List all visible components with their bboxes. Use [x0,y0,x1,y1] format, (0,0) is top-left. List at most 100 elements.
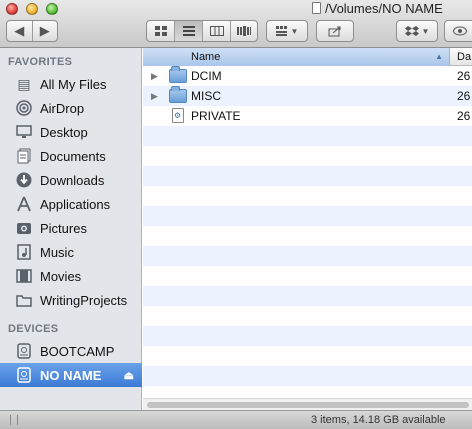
sidebar-item-label: BOOTCAMP [40,343,115,359]
window-title: /Volumes/NO NAME [312,0,443,16]
chevron-right-icon: ▶ [39,23,50,38]
empty-row [143,286,472,306]
column-view-icon [209,26,224,36]
folder-icon [14,291,34,309]
downloads-icon [14,171,34,189]
empty-row [143,266,472,286]
sidebar-item-applications[interactable]: Applications [0,192,142,216]
sidebar-item-label: Music [40,244,74,260]
sidebar-item-writingprojects[interactable]: WritingProjects [0,288,142,312]
applications-icon [14,195,34,213]
sidebar-item-desktop[interactable]: Desktop [0,120,142,144]
column-header: Name ▲ Da [143,48,472,66]
back-button[interactable]: ◀ [7,21,33,41]
window-toolbar: /Volumes/NO NAME ◀ ▶ ▼ ▼ [0,0,472,48]
empty-row [143,206,472,226]
sidebar-item-label: Movies [40,268,82,284]
icon-view-button[interactable] [147,21,175,41]
devices-heading: DEVICES [8,323,59,335]
eject-icon[interactable]: ⏏ [124,369,134,382]
icon-view-icon [154,26,167,36]
horizontal-scrollbar[interactable] [143,398,472,410]
share-icon [328,26,341,36]
list-view-button[interactable] [175,21,203,41]
empty-row [143,226,472,246]
eye-icon [453,26,467,36]
sidebar-item-label: Applications [40,196,111,212]
all-files-icon: ▤ [17,75,31,92]
documents-icon [14,147,34,165]
quick-look-button[interactable] [444,20,472,42]
file-icon [172,108,184,123]
dropbox-button[interactable]: ▼ [396,20,438,42]
sidebar-item-label: All My Files [40,76,107,92]
sidebar-item-downloads[interactable]: Downloads [0,168,142,192]
sidebar-item-label: Pictures [40,220,87,236]
empty-row [143,366,472,386]
sidebar-resize-handle[interactable] [10,415,18,425]
file-date: 26 [457,109,471,123]
empty-row [143,126,472,146]
status-text: 3 items, 14.18 GB available [311,414,446,426]
list-view-icon [182,26,195,36]
sidebar-item-label: WritingProjects [40,292,128,308]
column-view-button[interactable] [203,21,231,41]
scrollbar-thumb[interactable] [147,402,469,408]
empty-row [143,246,472,266]
close-window-button[interactable] [6,3,18,15]
empty-row [143,146,472,166]
sidebar-item-label: Downloads [40,172,105,188]
file-row-dcim[interactable]: ▶ DCIM 26 [143,66,472,86]
disclosure-triangle-icon[interactable]: ▶ [151,91,158,102]
date-column-label: Da [457,51,472,63]
sidebar-item-no-name[interactable]: NO NAME ⏏ [0,363,142,387]
sidebar-item-pictures[interactable]: Pictures [0,216,142,240]
favorites-heading: FAVORITES [8,56,73,68]
sidebar-item-all-my-files[interactable]: ▤ All My Files [0,72,142,96]
file-name: DCIM [191,69,222,83]
sidebar-item-bootcamp[interactable]: BOOTCAMP [0,339,142,363]
window-title-text: /Volumes/NO NAME [325,0,443,16]
pictures-icon [14,219,34,237]
desktop-icon [14,123,34,141]
empty-row [143,326,472,346]
grid-arrange-icon [275,26,287,36]
drive-icon [14,366,34,384]
sidebar-item-label: NO NAME [40,367,102,383]
disclosure-triangle-icon[interactable]: ▶ [151,71,158,82]
zoom-window-button[interactable] [46,3,58,15]
file-date: 26 [457,69,471,83]
back-forward-control: ◀ ▶ [6,20,58,42]
folder-icon [169,86,187,103]
file-list: Name ▲ Da ▶ DCIM 26 ▶ MISC 26 PRIVATE 26 [143,48,472,410]
file-name: PRIVATE [191,109,241,123]
file-date: 26 [457,89,471,103]
file-row-misc[interactable]: ▶ MISC 26 [143,86,472,106]
file-row-private[interactable]: PRIVATE 26 [143,106,472,126]
volume-proxy-icon[interactable] [312,2,321,14]
sidebar-item-label: Documents [40,148,106,164]
minimize-window-button[interactable] [26,3,38,15]
date-column-header[interactable]: Da [451,48,471,66]
airdrop-icon [14,99,34,117]
share-button[interactable] [316,20,354,42]
file-name: MISC [191,89,221,103]
sidebar-item-music[interactable]: Music [0,240,142,264]
dropbox-icon [404,26,419,36]
sidebar: FAVORITES ▤ All My Files AirDrop Desktop… [0,48,142,410]
sidebar-item-movies[interactable]: Movies [0,264,142,288]
view-mode-control [146,20,258,42]
name-column-header[interactable]: Name ▲ [143,48,450,66]
arrange-button[interactable]: ▼ [266,20,308,42]
sidebar-item-label: AirDrop [40,100,85,116]
coverflow-view-button[interactable] [231,21,257,41]
forward-button[interactable]: ▶ [33,21,58,41]
sidebar-item-airdrop[interactable]: AirDrop [0,96,142,120]
sidebar-item-label: Desktop [40,124,88,140]
drive-icon [14,342,34,360]
coverflow-view-icon [237,26,251,36]
chevron-down-icon: ▼ [421,26,430,36]
folder-icon [169,66,187,83]
sidebar-item-documents[interactable]: Documents [0,144,142,168]
empty-row [143,306,472,326]
